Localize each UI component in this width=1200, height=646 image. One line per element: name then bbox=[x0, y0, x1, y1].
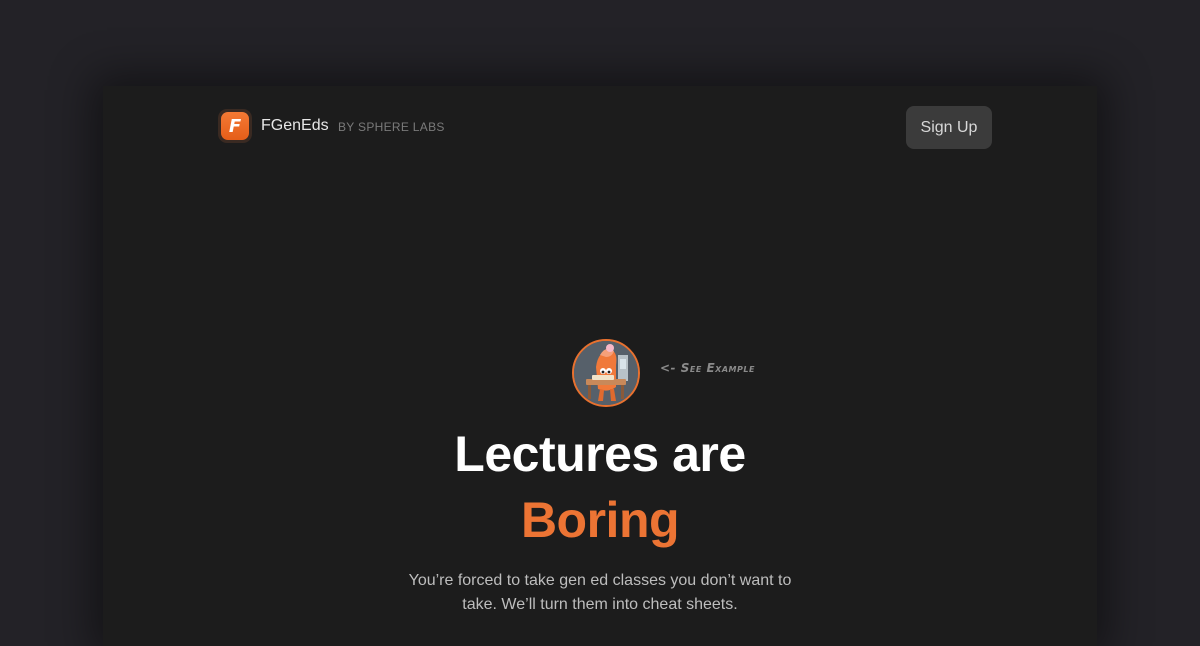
headline-line-1: Lectures are bbox=[454, 426, 746, 482]
mascot-illustration bbox=[574, 341, 638, 405]
page-panel: F FGenEds BY SPHERE LABS Sign Up <- See … bbox=[103, 86, 1097, 646]
sign-up-button[interactable]: Sign Up bbox=[906, 106, 992, 149]
logo-letter: F bbox=[221, 112, 249, 140]
brand-name[interactable]: FGenEds bbox=[261, 117, 329, 135]
headline-line-2: Boring bbox=[520, 492, 680, 548]
brand-byline: BY SPHERE LABS bbox=[338, 120, 445, 134]
top-nav: F FGenEds BY SPHERE LABS Sign Up bbox=[103, 86, 1097, 170]
brand-logo[interactable]: F bbox=[218, 109, 252, 143]
see-example-link[interactable]: <- See Example bbox=[660, 361, 755, 375]
hero-subtext: You’re forced to take gen ed classes you… bbox=[408, 572, 792, 613]
example-mascot-image[interactable] bbox=[572, 339, 640, 407]
